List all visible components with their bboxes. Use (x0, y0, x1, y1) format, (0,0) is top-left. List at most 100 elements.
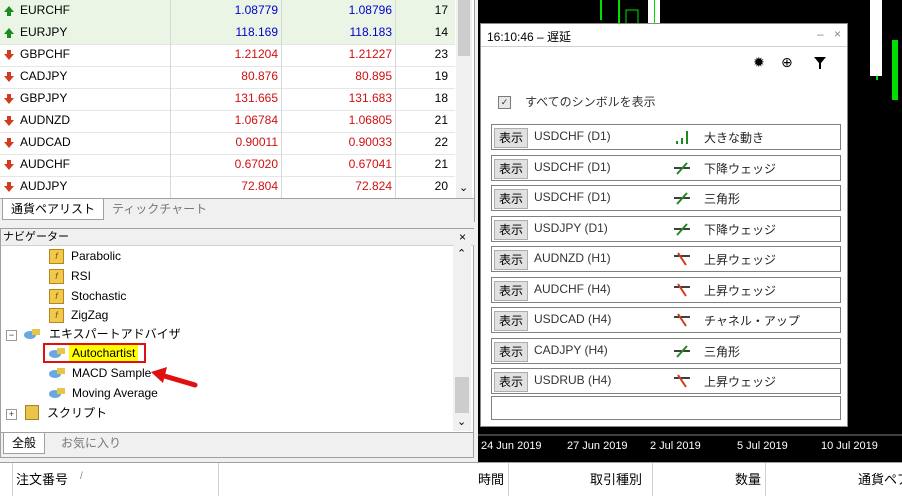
table-row[interactable]: AUDNZD 1.06784 1.06805 21 (0, 110, 455, 133)
scroll-down-icon[interactable]: ⌄ (459, 181, 468, 194)
tab-favorites[interactable]: お気に入り (53, 433, 129, 453)
pattern-row[interactable]: 表示 USDJPY (D1) 下降ウェッジ (491, 215, 841, 242)
pattern-symbol: USDCHF (D1) (534, 190, 611, 204)
pattern-symbol: USDCHF (D1) (534, 129, 611, 143)
pattern-symbol: USDJPY (D1) (534, 220, 608, 235)
show-button[interactable]: 表示 (494, 158, 529, 179)
table-row[interactable]: AUDCAD 0.90011 0.90033 22 (0, 132, 455, 155)
gear-icon[interactable]: ✹ (753, 54, 765, 71)
table-row[interactable]: GBPCHF 1.21204 1.21227 23 (0, 44, 455, 67)
show-button[interactable]: 表示 (494, 219, 529, 240)
close-icon[interactable]: × (459, 230, 466, 244)
nav-folder-experts[interactable]: エキスパートアドバイザ (49, 325, 181, 343)
nav-item-parabolic[interactable]: Parabolic (71, 247, 121, 265)
globe-icon[interactable]: ⊕ (781, 54, 793, 71)
col-time[interactable]: 時間 (478, 469, 504, 488)
indicator-icon: f (49, 289, 64, 304)
pattern-row[interactable]: 表示 CADJPY (H4) 三角形 (491, 337, 841, 364)
arrow-up-icon (4, 6, 14, 16)
scrollbar-thumb[interactable] (458, 0, 470, 56)
scrollbar-thumb[interactable] (455, 377, 469, 413)
bid-cell: 118.169 (235, 25, 279, 39)
tab-tick-chart[interactable]: ティックチャート (104, 199, 215, 219)
expert-folder-icon (24, 329, 40, 339)
ask-cell: 80.895 (355, 69, 392, 83)
ask-cell: 1.06805 (348, 113, 392, 127)
nav-folder-scripts[interactable]: スクリプト (47, 404, 107, 422)
pattern-name: 上昇ウェッジ (704, 375, 777, 389)
minimize-icon[interactable]: – (817, 27, 824, 41)
table-row[interactable]: AUDJPY 72.804 72.824 20 (0, 176, 455, 199)
collapse-icon[interactable]: − (6, 330, 17, 341)
bid-cell: 1.21204 (234, 47, 278, 61)
nav-item-zigzag[interactable]: ZigZag (71, 306, 108, 324)
spread-cell: 17 (434, 3, 448, 17)
col-type[interactable]: 取引種別 (590, 469, 642, 488)
ask-cell: 72.824 (355, 179, 392, 193)
terminal-panel: 注文番号 / 時間 取引種別 数量 通貨ペア (0, 462, 902, 496)
table-row[interactable]: EURJPY 118.169 118.183 14 (0, 22, 455, 45)
bid-cell: 0.67020 (234, 157, 278, 171)
col-volume[interactable]: 数量 (735, 469, 761, 488)
tab-general[interactable]: 全般 (3, 433, 46, 454)
bid-cell: 131.665 (234, 91, 278, 105)
date-label: 2 Jul 2019 (650, 440, 701, 452)
pattern-row[interactable]: 表示 AUDCHF (H4) 上昇ウェッジ (491, 276, 841, 303)
table-row[interactable]: GBPJPY 131.665 131.683 18 (0, 88, 455, 111)
ask-cell: 131.683 (348, 91, 392, 105)
trend-down-icon (674, 374, 690, 388)
table-row[interactable]: EURCHF 1.08779 1.08796 17 (0, 0, 455, 23)
pattern-row[interactable]: 表示 USDCAD (H4) チャネル・アップ (491, 307, 841, 333)
symbol-cell: AUDCHF (20, 157, 70, 171)
scroll-down-icon[interactable]: ⌄ (457, 415, 466, 428)
nav-item-stochastic[interactable]: Stochastic (71, 287, 126, 305)
spread-cell: 23 (434, 47, 448, 61)
pattern-name: 下降ウェッジ (704, 161, 777, 176)
pattern-symbol: USDCAD (H4) (534, 312, 612, 326)
col-order-number[interactable]: 注文番号 (16, 469, 68, 488)
symbol-cell: EURCHF (20, 3, 70, 17)
trend-down-icon (674, 252, 690, 266)
pattern-row[interactable]: 表示 USDCHF (D1) 大きな動き (491, 124, 841, 150)
navigator-scrollbar[interactable]: ⌃ ⌄ (453, 245, 471, 431)
filter-icon[interactable] (814, 57, 826, 69)
market-watch-scrollbar[interactable]: ⌄ (456, 0, 472, 198)
show-button[interactable]: 表示 (494, 280, 529, 301)
pattern-row[interactable]: 表示 USDCHF (D1) 三角形 (491, 185, 841, 211)
expert-icon (49, 368, 65, 378)
date-label: 10 Jul 2019 (821, 440, 878, 452)
arrow-down-icon (4, 116, 14, 126)
col-symbol[interactable]: 通貨ペア (858, 469, 902, 488)
pattern-row[interactable]: 表示 USDCHF (D1) 下降ウェッジ (491, 154, 841, 181)
tab-symbols[interactable]: 通貨ペアリスト (2, 199, 105, 220)
close-icon[interactable]: × (834, 27, 841, 41)
pattern-row[interactable]: 表示 AUDNZD (H1) 上昇ウェッジ (491, 246, 841, 272)
show-button[interactable]: 表示 (494, 189, 529, 209)
symbol-cell: AUDCAD (20, 135, 71, 149)
bid-cell: 80.876 (241, 69, 278, 83)
scroll-up-icon[interactable]: ⌃ (457, 247, 466, 260)
arrow-up-icon (4, 28, 14, 38)
show-button[interactable]: 表示 (494, 250, 529, 270)
nav-item-macd-sample[interactable]: MACD Sample (72, 364, 151, 382)
symbol-cell: AUDJPY (20, 179, 68, 193)
table-row[interactable]: AUDCHF 0.67020 0.67041 21 (0, 154, 455, 177)
arrow-down-icon (4, 94, 14, 104)
pattern-name: 大きな動き (704, 131, 765, 145)
show-all-checkbox[interactable]: ✓ (498, 96, 511, 109)
show-button[interactable]: 表示 (494, 311, 529, 331)
pattern-row[interactable]: 表示 USDRUB (H4) 上昇ウェッジ (491, 368, 841, 394)
autochartist-title: 16:10:46 – 遅延 (487, 30, 572, 44)
expand-icon[interactable]: + (6, 409, 17, 420)
show-button[interactable]: 表示 (494, 128, 529, 148)
show-button[interactable]: 表示 (494, 341, 529, 362)
trend-up-icon (674, 344, 690, 358)
table-row[interactable]: CADJPY 80.876 80.895 19 (0, 66, 455, 89)
trend-up-icon (674, 222, 690, 236)
nav-item-moving-average[interactable]: Moving Average (72, 384, 158, 402)
indicator-icon: f (49, 269, 64, 284)
show-button[interactable]: 表示 (494, 372, 529, 392)
nav-item-rsi[interactable]: RSI (71, 267, 91, 285)
arrow-down-icon (4, 72, 14, 82)
nav-item-autochartist[interactable]: Autochartist (69, 345, 139, 361)
